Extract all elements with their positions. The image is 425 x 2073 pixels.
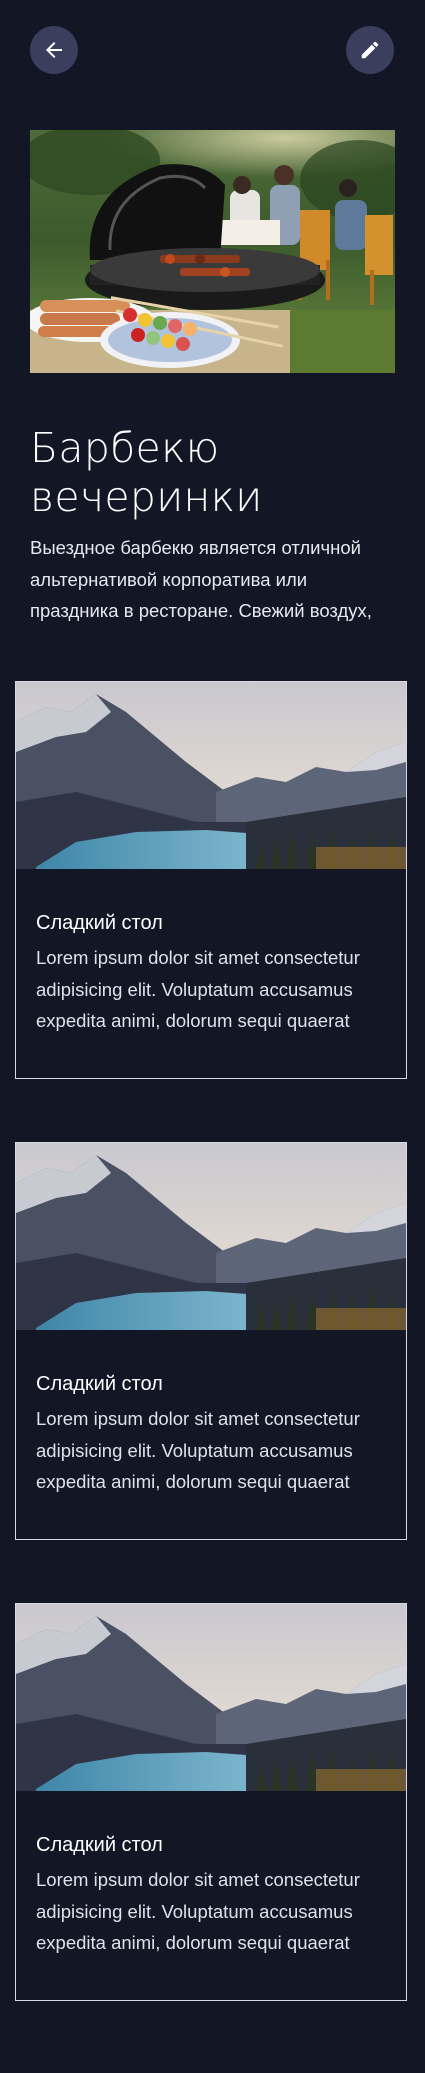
back-button[interactable] bbox=[30, 26, 78, 74]
card-text: Lorem ipsum dolor sit amet consectetur a… bbox=[36, 1869, 360, 1953]
card-image bbox=[16, 1143, 406, 1330]
menu-card[interactable]: Сладкий стол Lorem ipsum dolor sit amet … bbox=[15, 1142, 407, 1540]
top-bar bbox=[0, 0, 425, 100]
card-text: Lorem ipsum dolor sit amet consectetur a… bbox=[36, 947, 360, 1031]
hero-image bbox=[30, 130, 395, 373]
card-image bbox=[16, 682, 406, 869]
menu-card[interactable]: Сладкий стол Lorem ipsum dolor sit amet … bbox=[15, 1603, 407, 2001]
menu-card[interactable]: Сладкий стол Lorem ipsum dolor sit amet … bbox=[15, 681, 407, 1079]
arrow-left-icon bbox=[46, 42, 62, 58]
card-title: Сладкий стол bbox=[36, 1834, 163, 1856]
pencil-icon bbox=[361, 41, 379, 59]
card-text: Lorem ipsum dolor sit amet consectetur a… bbox=[36, 1408, 360, 1492]
event-title: Барбекю вечеринки bbox=[30, 424, 263, 521]
event-description-container: Выездное барбекю является отличной альте… bbox=[30, 532, 390, 634]
edit-button[interactable] bbox=[346, 26, 394, 74]
card-title: Сладкий стол bbox=[36, 912, 163, 934]
card-title: Сладкий стол bbox=[36, 1373, 163, 1395]
event-description: Выездное барбекю является отличной альте… bbox=[30, 537, 372, 621]
card-image bbox=[16, 1604, 406, 1791]
